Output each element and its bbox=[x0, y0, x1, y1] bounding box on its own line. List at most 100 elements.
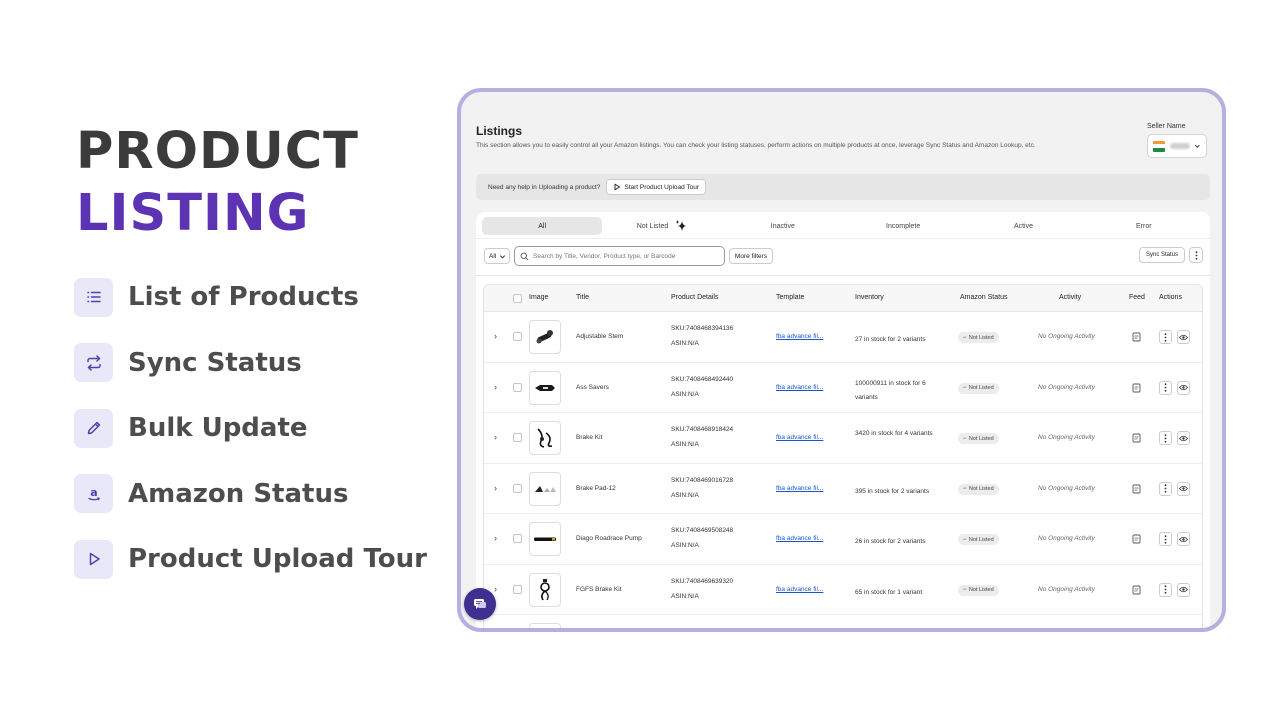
row-checkbox[interactable] bbox=[513, 584, 522, 594]
row-more-button[interactable] bbox=[1159, 380, 1172, 395]
chat-button[interactable] bbox=[464, 588, 496, 620]
row-checkbox[interactable] bbox=[513, 332, 522, 341]
table-row[interactable]: › Brake Kit SKU:7408468918424 ASIN:N/A f… bbox=[484, 413, 1202, 464]
feature-amazon-status: a Amazon Status bbox=[74, 474, 427, 514]
hero-title-line1: PRODUCT bbox=[76, 122, 359, 181]
tab-active[interactable]: Active bbox=[963, 217, 1083, 235]
seller-select[interactable] bbox=[1147, 134, 1207, 158]
expand-chevron-icon[interactable]: › bbox=[494, 483, 497, 493]
activity-text: No Ongoing Activity bbox=[1038, 535, 1095, 542]
kebab-icon bbox=[1195, 250, 1197, 260]
table-row[interactable]: › Brake Pad-12 SKU:7408469016728 ASIN:N/… bbox=[484, 464, 1202, 514]
expand-chevron-icon[interactable]: › bbox=[494, 432, 497, 442]
inventory-text: 65 in stock for 1 variant bbox=[855, 588, 923, 596]
row-more-button[interactable] bbox=[1159, 431, 1172, 445]
row-more-button[interactable] bbox=[1159, 330, 1172, 344]
tab-inactive[interactable]: Inactive bbox=[723, 217, 843, 235]
sync-status-button[interactable]: Sync Status bbox=[1139, 247, 1185, 263]
table-row[interactable]: › Adjustable Stem SKU:7408468394136 ASIN… bbox=[484, 312, 1202, 363]
search-box[interactable] bbox=[514, 246, 725, 266]
select-all-checkbox[interactable] bbox=[513, 294, 522, 303]
inventory-text: 395 in stock for 2 variants bbox=[855, 487, 930, 495]
row-view-button[interactable] bbox=[1177, 532, 1190, 546]
kebab-icon bbox=[1164, 332, 1167, 342]
feed-icon[interactable] bbox=[1132, 433, 1141, 443]
template-link[interactable]: fba advance fil... bbox=[776, 485, 823, 492]
kebab-icon bbox=[1164, 383, 1167, 392]
product-title: Adjustable Stem bbox=[576, 333, 624, 340]
table-row[interactable]: › FGFS Brake Kit SKU:7408469639320 ASIN:… bbox=[484, 565, 1202, 615]
kebab-icon bbox=[1164, 585, 1167, 594]
template-link[interactable]: fba advance fil... bbox=[776, 434, 823, 441]
expand-chevron-icon[interactable]: › bbox=[494, 382, 497, 392]
row-view-button[interactable] bbox=[1177, 330, 1190, 344]
filter-all-select[interactable]: All bbox=[484, 248, 510, 264]
product-title: FGFS Brake Kit bbox=[576, 585, 622, 593]
more-filters-button[interactable]: More filters bbox=[729, 248, 773, 264]
table-row[interactable]: › Ass Savers SKU:7408468492440 ASIN:N/A … bbox=[484, 363, 1202, 413]
status-badge-label: Not Listed bbox=[968, 536, 994, 543]
table-row[interactable]: › Diago Roadrace Pump SKU:7408469508248 … bbox=[484, 514, 1202, 565]
template-link[interactable]: fba advance fil... bbox=[776, 333, 823, 340]
activity-text: No Ongoing Activity bbox=[1038, 484, 1095, 492]
inventory-text: 27 in stock for 2 variants bbox=[855, 336, 926, 343]
feed-icon[interactable] bbox=[1132, 484, 1141, 494]
product-asin: ASIN:N/A bbox=[671, 390, 699, 398]
tab-error[interactable]: Error bbox=[1084, 217, 1204, 235]
status-badge-label: Not Listed bbox=[968, 587, 994, 593]
chat-icon bbox=[474, 599, 486, 609]
product-asin: ASIN:N/A bbox=[671, 542, 699, 549]
template-link[interactable]: fba advance fil... bbox=[776, 535, 823, 542]
eye-icon bbox=[1179, 586, 1188, 593]
feed-icon[interactable] bbox=[1132, 383, 1141, 393]
row-view-button[interactable] bbox=[1177, 481, 1190, 496]
divider bbox=[476, 238, 1210, 239]
product-asin: ASIN:N/A bbox=[671, 592, 699, 600]
table-row[interactable] bbox=[484, 615, 1202, 628]
row-more-button[interactable] bbox=[1159, 532, 1172, 546]
chevron-down-icon bbox=[500, 254, 506, 258]
feature-sync-status: Sync Status bbox=[74, 343, 427, 383]
status-dots-icon: ◦◦ bbox=[963, 486, 966, 492]
feature-list: List of Products Sync Status Bulk Update… bbox=[74, 277, 427, 605]
inventory-text: 3420 in stock for 4 variants bbox=[855, 430, 933, 437]
row-more-button[interactable] bbox=[1159, 481, 1172, 496]
tab-incomplete[interactable]: Incomplete bbox=[843, 217, 963, 235]
start-product-upload-tour-button[interactable]: Start Product Upload Tour bbox=[606, 179, 707, 195]
help-text: Need any help in Uploading a product? bbox=[488, 183, 601, 191]
hero-heading: PRODUCT LISTING bbox=[76, 122, 359, 246]
sparkle-icon bbox=[676, 220, 687, 231]
listings-table: Image Title Product Details Template Inv… bbox=[483, 284, 1203, 628]
status-badge: ◦◦ Not Listed bbox=[958, 483, 999, 495]
product-title: Brake Pad-12 bbox=[576, 484, 616, 492]
feed-icon[interactable] bbox=[1132, 332, 1141, 342]
product-sku: SKU:7408468918424 bbox=[671, 426, 734, 433]
more-options-button[interactable] bbox=[1189, 247, 1203, 263]
row-checkbox[interactable] bbox=[513, 483, 522, 493]
expand-chevron-icon[interactable]: › bbox=[494, 584, 497, 594]
template-link[interactable]: fba advance fil... bbox=[776, 586, 823, 593]
row-view-button[interactable] bbox=[1177, 582, 1190, 597]
template-link[interactable]: fba advance fil... bbox=[776, 384, 823, 391]
tab-all[interactable]: All bbox=[482, 217, 603, 235]
row-view-button[interactable] bbox=[1177, 380, 1190, 395]
seller-name-redacted bbox=[1170, 143, 1191, 149]
expand-chevron-icon[interactable]: › bbox=[494, 331, 497, 341]
feed-icon[interactable] bbox=[1132, 585, 1141, 595]
tab-not-listed[interactable]: Not Listed bbox=[602, 217, 722, 235]
row-checkbox[interactable] bbox=[513, 433, 522, 442]
product-sku: SKU:7408469016728 bbox=[671, 476, 734, 484]
inventory-text: 26 in stock for 2 variants bbox=[855, 538, 926, 545]
table-header: Image Title Product Details Template Inv… bbox=[484, 285, 1202, 312]
row-checkbox[interactable] bbox=[513, 534, 522, 543]
column-header-feed: Feed bbox=[1129, 294, 1145, 301]
row-view-button[interactable] bbox=[1177, 431, 1190, 445]
activity-text: No Ongoing Activity bbox=[1038, 383, 1095, 391]
row-checkbox[interactable] bbox=[513, 382, 522, 392]
search-input[interactable] bbox=[533, 252, 723, 260]
product-sku: SKU:7408468394136 bbox=[671, 325, 734, 332]
seller-name-label: Seller Name bbox=[1147, 123, 1186, 130]
row-more-button[interactable] bbox=[1159, 582, 1172, 597]
feed-icon[interactable] bbox=[1132, 534, 1141, 544]
expand-chevron-icon[interactable]: › bbox=[494, 533, 497, 543]
